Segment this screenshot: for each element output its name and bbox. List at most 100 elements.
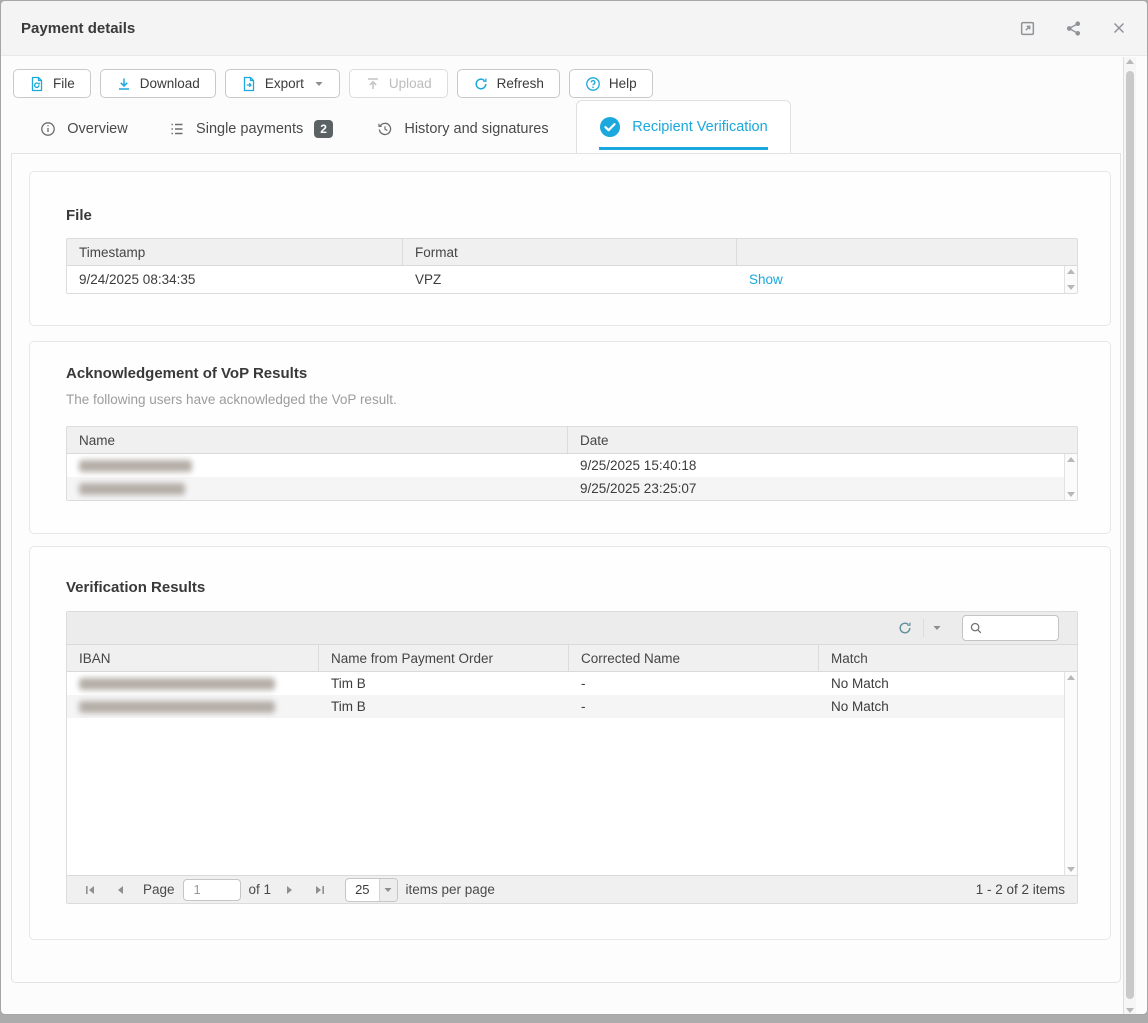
scrollbar-thumb[interactable] [1126,71,1134,999]
column-header-name-from-payment-order[interactable]: Name from Payment Order [319,645,569,671]
tab-overview[interactable]: Overview [25,105,143,153]
download-button-label: Download [140,76,200,91]
refresh-button[interactable]: Refresh [457,69,560,98]
cell-name-redacted [67,477,568,500]
column-header-name[interactable]: Name [67,427,568,453]
export-icon [241,76,257,92]
info-icon [40,121,56,137]
page-number-input[interactable] [183,879,241,901]
toolbar: File Download Export [13,69,653,98]
column-header-match[interactable]: Match [819,645,1077,671]
column-header-timestamp[interactable]: Timestamp [67,239,403,265]
scroll-up-icon[interactable] [1067,269,1075,274]
payment-details-dialog: Payment details [0,0,1148,1015]
search-icon [969,621,983,635]
file-button[interactable]: File [13,69,91,98]
tab-single-payments-label: Single payments [196,121,303,137]
column-header-corrected-name[interactable]: Corrected Name [569,645,819,671]
export-button[interactable]: Export [225,69,340,98]
cell-date: 9/25/2025 23:25:07 [568,477,1077,500]
export-button-label: Export [265,76,304,91]
scroll-down-icon[interactable] [1067,867,1075,872]
cell-timestamp: 9/24/2025 08:34:35 [67,266,403,293]
dialog-title: Payment details [21,20,135,37]
page-size-value: 25 [346,882,378,897]
refresh-icon [473,76,489,92]
grid-refresh-caret-icon[interactable] [923,619,950,637]
cell-name: Tim B [319,695,569,718]
column-header-date[interactable]: Date [568,427,1077,453]
file-table-scrollbar[interactable] [1064,266,1077,293]
table-empty-area [67,718,1077,872]
tab-single-payments[interactable]: Single payments 2 [153,105,349,153]
history-icon [377,121,393,137]
first-page-button[interactable] [79,879,101,901]
file-section-title: File [66,207,92,224]
acknowledgement-section: Acknowledgement of VoP Results The follo… [29,341,1111,534]
table-row[interactable]: Tim B - No Match [67,695,1077,718]
table-row[interactable]: 9/24/2025 08:34:35 VPZ Show [67,266,1077,293]
scroll-down-icon[interactable] [1067,492,1075,497]
tab-bar: Overview Single payments 2 History and s… [1,105,1121,153]
help-button[interactable]: Help [569,69,653,98]
verification-results-section: Verification Results [29,546,1111,940]
previous-page-button[interactable] [109,879,131,901]
open-in-new-window-icon[interactable] [1017,18,1037,38]
verification-table-toolbar [67,612,1077,645]
next-page-button[interactable] [279,879,301,901]
tab-history-label: History and signatures [404,121,548,137]
cell-iban-redacted [67,672,319,695]
show-link[interactable]: Show [749,272,783,287]
table-row[interactable]: 9/25/2025 15:40:18 [67,454,1077,477]
table-row[interactable]: Tim B - No Match [67,672,1077,695]
download-icon [116,76,132,92]
verification-table-header: IBAN Name from Payment Order Corrected N… [67,645,1077,672]
close-icon[interactable] [1109,18,1129,38]
cell-corrected-name: - [569,672,819,695]
refresh-button-label: Refresh [497,76,544,91]
grid-search-box[interactable] [962,615,1059,641]
search-input[interactable] [987,621,1047,636]
cell-iban-redacted [67,695,319,718]
file-button-label: File [53,76,75,91]
scroll-up-icon[interactable] [1126,59,1134,64]
page-of-label: of 1 [249,882,272,897]
help-button-label: Help [609,76,637,91]
upload-button: Upload [349,69,448,98]
download-button[interactable]: Download [100,69,216,98]
scroll-down-icon[interactable] [1126,1008,1134,1013]
tab-history-and-signatures[interactable]: History and signatures [361,105,565,153]
last-page-button[interactable] [309,879,331,901]
redacted-name [79,460,192,472]
upload-button-label: Upload [389,76,432,91]
window-scrollbar[interactable] [1123,57,1136,1015]
column-header-iban[interactable]: IBAN [67,645,319,671]
cell-date: 9/25/2025 15:40:18 [568,454,1077,477]
page-size-caret-icon [379,879,397,901]
table-row[interactable]: 9/25/2025 23:25:07 [67,477,1077,500]
tab-recipient-verification-label: Recipient Verification [632,119,767,135]
verification-table-scrollbar[interactable] [1064,672,1077,875]
scroll-up-icon[interactable] [1067,675,1075,680]
tab-recipient-verification[interactable]: Recipient Verification [576,100,791,153]
cell-format: VPZ [403,266,737,293]
tab-overview-label: Overview [67,121,127,137]
column-header-action [737,239,1077,265]
scroll-down-icon[interactable] [1067,285,1075,290]
items-range-label: 1 - 2 of 2 items [976,882,1065,897]
acknowledgement-table: Name Date 9/25/2025 15:40:18 9/25/2025 2… [66,426,1078,501]
cell-corrected-name: - [569,695,819,718]
redacted-iban [79,678,275,690]
scroll-up-icon[interactable] [1067,457,1075,462]
grid-refresh-button[interactable] [889,616,921,640]
share-icon[interactable] [1063,18,1083,38]
redacted-name [79,483,185,495]
items-per-page-label: items per page [406,882,495,897]
tab-content-panel: File Timestamp Format 9/24/2025 08:34:35… [11,153,1121,983]
file-icon [29,76,45,92]
upload-icon [365,76,381,92]
ack-table-scrollbar[interactable] [1064,454,1077,500]
page-label: Page [143,882,175,897]
page-size-select[interactable]: 25 [345,878,397,902]
column-header-format[interactable]: Format [403,239,737,265]
